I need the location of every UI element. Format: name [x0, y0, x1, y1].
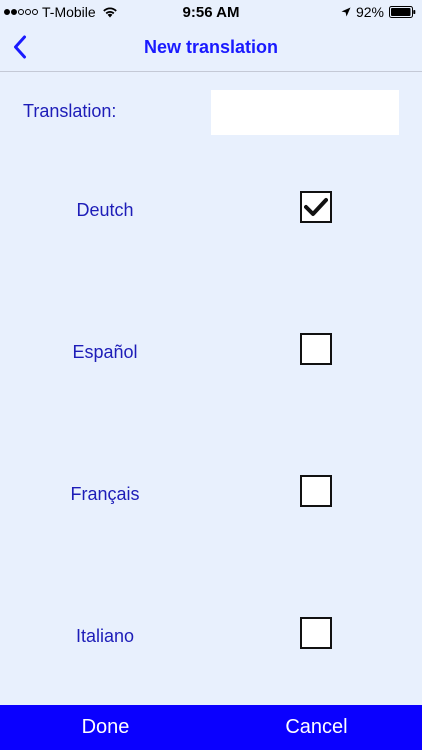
francais-checkbox[interactable] [300, 475, 332, 507]
language-row-francais: Français [0, 475, 422, 515]
navigation-bar: New translation [0, 24, 422, 72]
deutch-checkbox[interactable] [300, 191, 332, 223]
bottom-toolbar: Done Cancel [0, 705, 422, 750]
done-button[interactable]: Done [0, 705, 211, 750]
espanol-checkbox[interactable] [300, 333, 332, 365]
checkmark-icon [304, 198, 328, 216]
language-row-deutch: Deutch [0, 191, 422, 231]
screen: T-Mobile 9:56 AM 92% New translation Tra… [0, 0, 422, 750]
translation-label: Translation: [23, 101, 117, 121]
language-row-espanol: Español [0, 333, 422, 373]
language-label: Español [72, 342, 138, 362]
page-title: New translation [143, 37, 279, 57]
language-label: Deutch [76, 200, 134, 220]
battery-percentage: 92% [355, 4, 384, 20]
location-arrow-icon [341, 7, 351, 17]
language-label: Français [70, 484, 140, 504]
translation-input[interactable] [211, 90, 399, 135]
status-right: 92% [341, 4, 416, 20]
italiano-checkbox[interactable] [300, 617, 332, 649]
status-bar: T-Mobile 9:56 AM 92% [0, 0, 422, 24]
language-row-italiano: Italiano [0, 617, 422, 657]
cancel-button[interactable]: Cancel [211, 705, 422, 750]
battery-icon [389, 6, 416, 18]
language-label: Italiano [75, 626, 135, 646]
